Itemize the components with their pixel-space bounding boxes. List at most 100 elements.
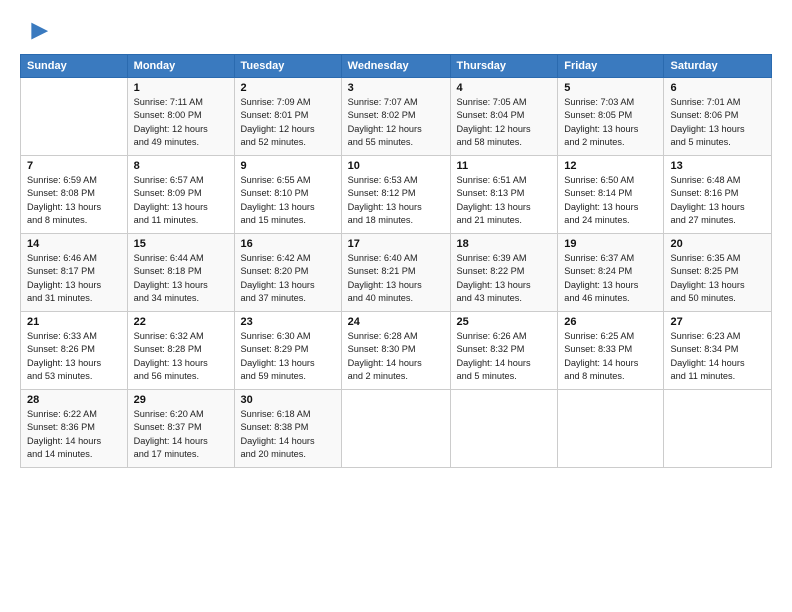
header-cell-thursday: Thursday	[450, 55, 558, 78]
day-cell: 17 Sunrise: 6:40 AMSunset: 8:21 PMDayligh…	[341, 234, 450, 312]
day-info: Sunrise: 6:20 AMSunset: 8:37 PMDaylight:…	[134, 408, 228, 461]
calendar-header: SundayMondayTuesdayWednesdayThursdayFrid…	[21, 55, 772, 78]
day-cell: 7 Sunrise: 6:59 AMSunset: 8:08 PMDaylight…	[21, 156, 128, 234]
day-number: 7	[27, 160, 121, 172]
day-cell: 4Sunrise: 7:05 AMSunset: 8:04 PMDaylight…	[450, 78, 558, 156]
week-row-0: 1Sunrise: 7:11 AMSunset: 8:00 PMDaylight…	[21, 78, 772, 156]
day-number: 1	[134, 82, 228, 94]
header-row: SundayMondayTuesdayWednesdayThursdayFrid…	[21, 55, 772, 78]
day-number: 3	[348, 82, 444, 94]
day-cell	[664, 390, 772, 468]
day-number: 17	[348, 238, 444, 250]
day-number: 27	[670, 316, 765, 328]
day-number: 24	[348, 316, 444, 328]
day-info: Sunrise: 6:23 AMSunset: 8:34 PMDaylight:…	[670, 330, 765, 383]
day-number: 16	[241, 238, 335, 250]
day-number: 29	[134, 394, 228, 406]
day-info: Sunrise: 6:48 AMSunset: 8:16 PMDaylight:…	[670, 174, 765, 227]
day-number: 25	[457, 316, 552, 328]
day-info: Sunrise: 6:59 AMSunset: 8:08 PMDaylight:…	[27, 174, 121, 227]
day-cell: 12 Sunrise: 6:50 AMSunset: 8:14 PMDayligh…	[558, 156, 664, 234]
day-info: Sunrise: 6:30 AMSunset: 8:29 PMDaylight:…	[241, 330, 335, 383]
day-number: 12	[564, 160, 657, 172]
day-cell: 24Sunrise: 6:28 AMSunset: 8:30 PMDayligh…	[341, 312, 450, 390]
day-number: 20	[670, 238, 765, 250]
day-number: 23	[241, 316, 335, 328]
day-cell: 20 Sunrise: 6:35 AMSunset: 8:25 PMDayligh…	[664, 234, 772, 312]
day-number: 13	[670, 160, 765, 172]
day-number: 21	[27, 316, 121, 328]
day-cell: 11 Sunrise: 6:51 AMSunset: 8:13 PMDayligh…	[450, 156, 558, 234]
logo	[20, 18, 50, 46]
day-cell: 25 Sunrise: 6:26 AMSunset: 8:32 PMDayligh…	[450, 312, 558, 390]
header-cell-friday: Friday	[558, 55, 664, 78]
day-number: 4	[457, 82, 552, 94]
week-row-1: 7 Sunrise: 6:59 AMSunset: 8:08 PMDaylight…	[21, 156, 772, 234]
day-number: 14	[27, 238, 121, 250]
day-cell: 10 Sunrise: 6:53 AMSunset: 8:12 PMDayligh…	[341, 156, 450, 234]
header	[20, 18, 772, 46]
header-cell-wednesday: Wednesday	[341, 55, 450, 78]
day-info: Sunrise: 7:07 AMSunset: 8:02 PMDaylight:…	[348, 96, 444, 149]
day-info: Sunrise: 6:26 AMSunset: 8:32 PMDaylight:…	[457, 330, 552, 383]
day-cell	[558, 390, 664, 468]
header-cell-sunday: Sunday	[21, 55, 128, 78]
day-cell: 14 Sunrise: 6:46 AMSunset: 8:17 PMDayligh…	[21, 234, 128, 312]
day-cell	[341, 390, 450, 468]
day-info: Sunrise: 6:39 AMSunset: 8:22 PMDaylight:…	[457, 252, 552, 305]
day-info: Sunrise: 6:33 AMSunset: 8:26 PMDaylight:…	[27, 330, 121, 383]
day-cell: 19Sunrise: 6:37 AMSunset: 8:24 PMDayligh…	[558, 234, 664, 312]
day-number: 10	[348, 160, 444, 172]
day-cell: 29 Sunrise: 6:20 AMSunset: 8:37 PMDayligh…	[127, 390, 234, 468]
day-cell: 13 Sunrise: 6:48 AMSunset: 8:16 PMDayligh…	[664, 156, 772, 234]
day-info: Sunrise: 6:25 AMSunset: 8:33 PMDaylight:…	[564, 330, 657, 383]
day-info: Sunrise: 6:22 AMSunset: 8:36 PMDaylight:…	[27, 408, 121, 461]
header-cell-saturday: Saturday	[664, 55, 772, 78]
calendar-body: 1Sunrise: 7:11 AMSunset: 8:00 PMDaylight…	[21, 78, 772, 468]
day-cell: 9 Sunrise: 6:55 AMSunset: 8:10 PMDaylight…	[234, 156, 341, 234]
day-number: 30	[241, 394, 335, 406]
day-cell	[21, 78, 128, 156]
day-cell: 30Sunrise: 6:18 AMSunset: 8:38 PMDayligh…	[234, 390, 341, 468]
day-cell: 18 Sunrise: 6:39 AMSunset: 8:22 PMDayligh…	[450, 234, 558, 312]
day-info: Sunrise: 6:35 AMSunset: 8:25 PMDaylight:…	[670, 252, 765, 305]
day-cell: 6 Sunrise: 7:01 AMSunset: 8:06 PMDaylight…	[664, 78, 772, 156]
week-row-2: 14 Sunrise: 6:46 AMSunset: 8:17 PMDayligh…	[21, 234, 772, 312]
day-number: 22	[134, 316, 228, 328]
day-cell: 15Sunrise: 6:44 AMSunset: 8:18 PMDayligh…	[127, 234, 234, 312]
day-number: 2	[241, 82, 335, 94]
day-number: 6	[670, 82, 765, 94]
day-info: Sunrise: 6:42 AMSunset: 8:20 PMDaylight:…	[241, 252, 335, 305]
week-row-3: 21 Sunrise: 6:33 AMSunset: 8:26 PMDayligh…	[21, 312, 772, 390]
day-info: Sunrise: 6:32 AMSunset: 8:28 PMDaylight:…	[134, 330, 228, 383]
day-number: 26	[564, 316, 657, 328]
day-cell: 22 Sunrise: 6:32 AMSunset: 8:28 PMDayligh…	[127, 312, 234, 390]
day-info: Sunrise: 6:57 AMSunset: 8:09 PMDaylight:…	[134, 174, 228, 227]
calendar-table: SundayMondayTuesdayWednesdayThursdayFrid…	[20, 54, 772, 468]
day-cell: 5Sunrise: 7:03 AMSunset: 8:05 PMDaylight…	[558, 78, 664, 156]
day-info: Sunrise: 6:55 AMSunset: 8:10 PMDaylight:…	[241, 174, 335, 227]
day-info: Sunrise: 6:50 AMSunset: 8:14 PMDaylight:…	[564, 174, 657, 227]
day-cell: 8Sunrise: 6:57 AMSunset: 8:09 PMDaylight…	[127, 156, 234, 234]
day-cell: 23 Sunrise: 6:30 AMSunset: 8:29 PMDayligh…	[234, 312, 341, 390]
day-info: Sunrise: 6:46 AMSunset: 8:17 PMDaylight:…	[27, 252, 121, 305]
day-number: 15	[134, 238, 228, 250]
day-info: Sunrise: 6:37 AMSunset: 8:24 PMDaylight:…	[564, 252, 657, 305]
day-cell: 3 Sunrise: 7:07 AMSunset: 8:02 PMDaylight…	[341, 78, 450, 156]
day-info: Sunrise: 7:09 AMSunset: 8:01 PMDaylight:…	[241, 96, 335, 149]
header-cell-monday: Monday	[127, 55, 234, 78]
day-number: 11	[457, 160, 552, 172]
day-number: 9	[241, 160, 335, 172]
day-cell: 16 Sunrise: 6:42 AMSunset: 8:20 PMDayligh…	[234, 234, 341, 312]
day-info: Sunrise: 6:51 AMSunset: 8:13 PMDaylight:…	[457, 174, 552, 227]
day-number: 5	[564, 82, 657, 94]
day-cell: 21 Sunrise: 6:33 AMSunset: 8:26 PMDayligh…	[21, 312, 128, 390]
day-cell	[450, 390, 558, 468]
day-info: Sunrise: 7:01 AMSunset: 8:06 PMDaylight:…	[670, 96, 765, 149]
logo-icon	[22, 18, 50, 46]
day-cell: 26 Sunrise: 6:25 AMSunset: 8:33 PMDayligh…	[558, 312, 664, 390]
day-info: Sunrise: 6:40 AMSunset: 8:21 PMDaylight:…	[348, 252, 444, 305]
week-row-4: 28Sunrise: 6:22 AMSunset: 8:36 PMDayligh…	[21, 390, 772, 468]
day-number: 18	[457, 238, 552, 250]
day-info: Sunrise: 6:53 AMSunset: 8:12 PMDaylight:…	[348, 174, 444, 227]
